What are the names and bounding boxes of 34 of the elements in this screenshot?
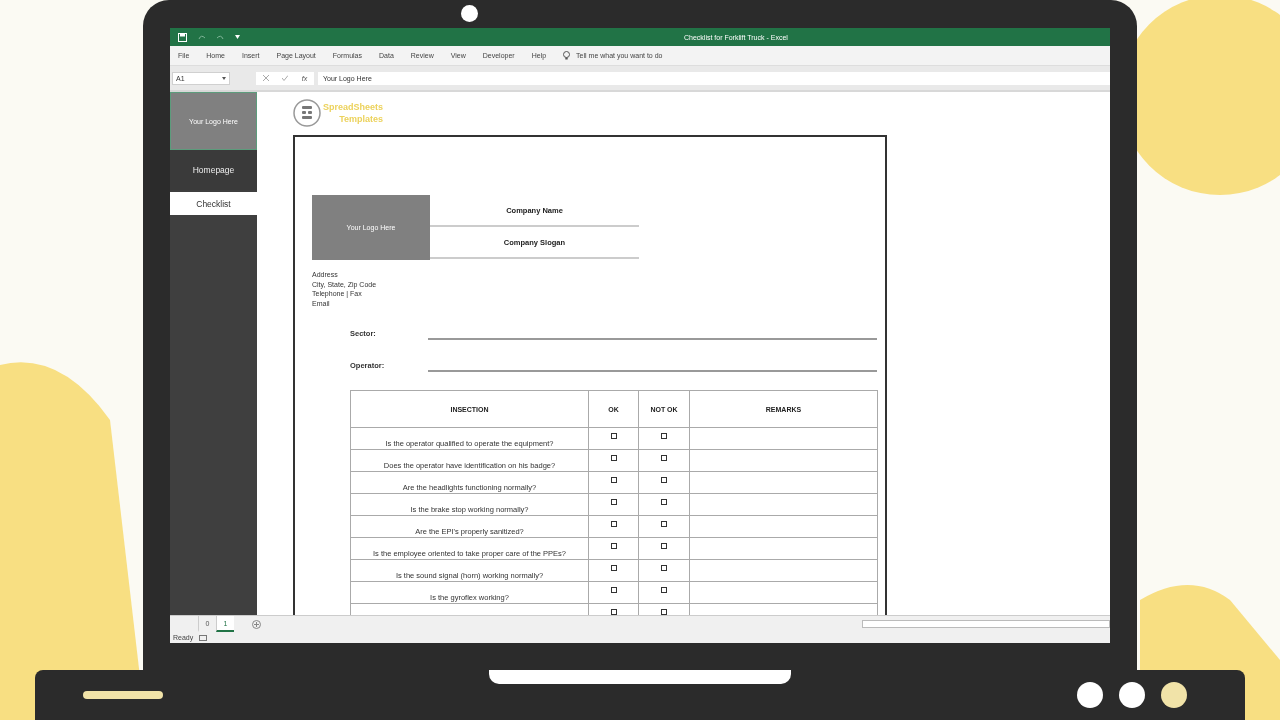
checkbox[interactable] xyxy=(610,499,617,505)
checkbox[interactable] xyxy=(661,543,667,549)
checkbox[interactable] xyxy=(661,565,667,571)
brand-name: SpreadSheets Templates xyxy=(323,101,384,125)
checkbox[interactable] xyxy=(610,455,617,461)
checkbox[interactable] xyxy=(610,609,617,615)
checkbox[interactable] xyxy=(610,587,617,593)
indicator-light xyxy=(1161,682,1187,708)
checkbox[interactable] xyxy=(610,477,617,483)
macro-icon xyxy=(199,634,208,641)
checkbox[interactable] xyxy=(661,433,667,439)
checkbox[interactable] xyxy=(610,565,617,571)
checkbox[interactable] xyxy=(661,587,667,593)
sidebar-item[interactable]: Homepage xyxy=(170,150,257,190)
horizontal-scrollbar[interactable] xyxy=(862,620,1110,628)
checkbox[interactable] xyxy=(610,521,617,527)
sidebar-item[interactable]: Checklist xyxy=(170,192,257,215)
indicator-light xyxy=(1119,682,1145,708)
camera-dot xyxy=(461,5,478,22)
checkbox[interactable] xyxy=(610,543,617,549)
logo-icon xyxy=(293,99,321,127)
save-icon[interactable] xyxy=(178,32,187,42)
caret-icon xyxy=(222,76,226,80)
lightbulb-icon[interactable] xyxy=(563,51,571,60)
add-sheet-icon[interactable] xyxy=(252,619,261,629)
caret-icon[interactable] xyxy=(235,35,240,39)
checkbox[interactable] xyxy=(661,477,667,483)
checkbox[interactable] xyxy=(661,499,667,505)
checkbox[interactable] xyxy=(610,433,617,439)
check-icon[interactable] xyxy=(282,75,289,81)
indicator-light xyxy=(1077,682,1103,708)
checkbox[interactable] xyxy=(661,521,667,527)
checkbox[interactable] xyxy=(661,609,667,615)
checkbox[interactable] xyxy=(661,455,667,461)
